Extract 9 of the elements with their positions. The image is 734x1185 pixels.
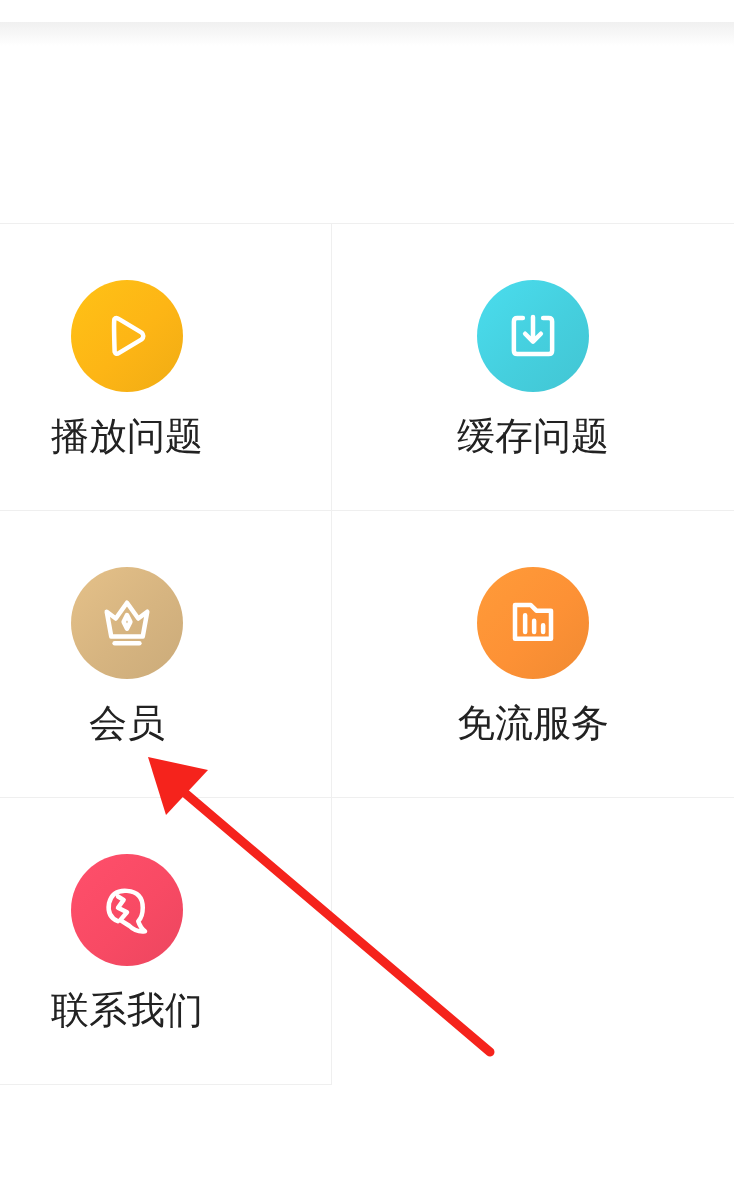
service-label: 免流服务 [457, 701, 609, 747]
service-tile[interactable]: 免流服务 [332, 511, 734, 798]
service-label: 缓存问题 [457, 414, 609, 460]
service-tile[interactable]: 缓存问题 [332, 224, 734, 511]
service-label: 会员 [88, 701, 165, 747]
service-tile[interactable]: 播放问题 [0, 224, 332, 511]
service-label: 播放问题 [50, 414, 203, 460]
service-label: 联系我们 [50, 988, 203, 1034]
service-tile[interactable]: 联系我们 [0, 798, 332, 1085]
